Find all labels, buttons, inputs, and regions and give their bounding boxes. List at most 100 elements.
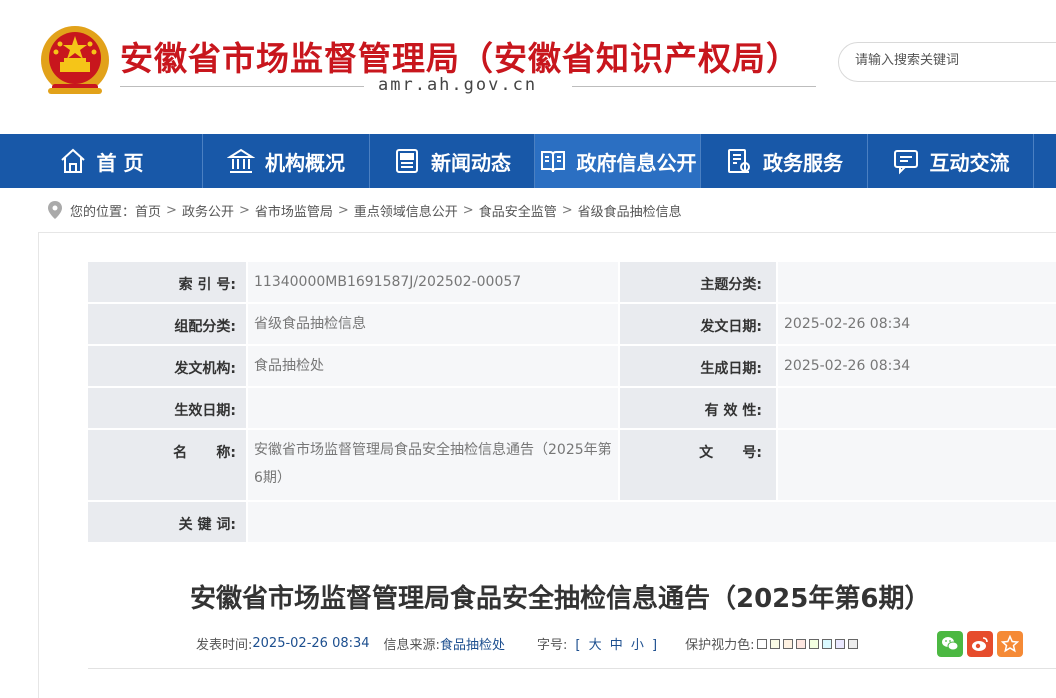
metadata-row: 发文机构: 食品抽检处 生成日期: 2025-02-26 08:34: [88, 346, 1056, 386]
breadcrumb-separator: >: [238, 202, 250, 218]
newspaper-icon: [396, 149, 418, 173]
created-date-value: 2025-02-26 08:34: [778, 346, 1056, 386]
share-weibo-button[interactable]: [967, 631, 993, 657]
weibo-icon: [972, 637, 988, 651]
name-value: 安徽省市场监督管理局食品安全抽检信息通告（2025年第6期）: [248, 430, 618, 500]
chat-bubble-icon: [893, 150, 918, 175]
eye-care-swatch[interactable]: [847, 638, 858, 649]
national-emblem-icon: [41, 26, 109, 94]
breadcrumb-link-food-safety[interactable]: 食品安全监管: [479, 201, 557, 220]
metadata-row: 关 键 词:: [88, 502, 1056, 542]
font-size-options: [ 大 中 小 ]: [573, 634, 659, 653]
created-date-label: 生成日期:: [620, 346, 776, 386]
font-size-medium-button[interactable]: 中: [610, 638, 623, 653]
metadata-row: 组配分类: 省级食品抽检信息 发文日期: 2025-02-26 08:34: [88, 304, 1056, 344]
metadata-row: 索 引 号: 11340000MB1691587J/202502-00057 主…: [88, 262, 1056, 302]
divider: [572, 86, 816, 87]
site-domain: amr.ah.gov.cn: [378, 75, 538, 95]
issue-date-label: 发文日期:: [620, 304, 776, 344]
font-size-large-button[interactable]: 大: [589, 638, 602, 653]
search-box[interactable]: [838, 42, 1056, 82]
main-nav: 首 页 机构概况 新闻动态 政府信息公开 政务服务 互动交流: [0, 134, 1056, 188]
site-header: 安徽省市场监督管理局（安徽省知识产权局） amr.ah.gov.cn: [0, 0, 1056, 134]
nav-item-interaction[interactable]: 互动交流: [868, 134, 1033, 188]
effective-date-value: [248, 388, 618, 428]
index-no-value: 11340000MB1691587J/202502-00057: [248, 262, 618, 302]
publish-time-label: 发表时间:: [196, 638, 253, 653]
nav-item-label: 互动交流: [929, 150, 1010, 175]
share-wechat-button[interactable]: [937, 631, 963, 657]
nav-item-services[interactable]: 政务服务: [701, 134, 867, 188]
index-no-label: 索 引 号:: [88, 262, 246, 302]
institution-icon: [227, 148, 255, 173]
home-icon: [60, 148, 85, 173]
eye-care-swatch[interactable]: [808, 638, 819, 649]
topic-value: [778, 262, 1056, 302]
eye-care-swatch[interactable]: [756, 638, 767, 649]
nav-item-institution[interactable]: 机构概况: [203, 134, 369, 188]
favorite-star-icon: [1001, 635, 1019, 653]
issue-date-value: 2025-02-26 08:34: [778, 304, 1056, 344]
share-favorite-button[interactable]: [997, 631, 1023, 657]
eye-care-swatch[interactable]: [795, 638, 806, 649]
publish-time-value: 2025-02-26 08:34: [252, 636, 370, 651]
nav-item-label: 首 页: [96, 150, 144, 175]
doc-no-label: 文 号:: [620, 430, 776, 500]
breadcrumb-prefix: 您的位置：: [70, 204, 136, 220]
source-label: 信息来源:: [383, 638, 440, 653]
font-size-bracket: [: [575, 638, 581, 653]
name-label: 名 称:: [88, 430, 246, 500]
validity-label: 有 效 性:: [620, 388, 776, 428]
metadata-row: 生效日期: 有 效 性:: [88, 388, 1056, 428]
divider: [88, 668, 1056, 669]
breadcrumb-separator: >: [337, 202, 349, 218]
divider: [120, 86, 364, 87]
breadcrumb-link-bureau[interactable]: 省市场监管局: [255, 201, 333, 220]
site-title: 安徽省市场监督管理局（安徽省知识产权局）: [120, 39, 800, 78]
validity-value: [778, 388, 1056, 428]
eye-care-swatch[interactable]: [769, 638, 780, 649]
topic-label: 主题分类:: [620, 262, 776, 302]
issuer-label: 发文机构:: [88, 346, 246, 386]
open-book-icon: [540, 151, 565, 173]
article-title: 安徽省市场监督管理局食品安全抽检信息通告（2025年第6期）: [190, 584, 931, 614]
breadcrumb-separator: >: [166, 202, 177, 218]
effective-date-label: 生效日期:: [88, 388, 246, 428]
font-size-bracket: ]: [652, 638, 658, 653]
eye-care-swatch[interactable]: [821, 638, 832, 649]
wechat-icon: [942, 637, 959, 651]
eye-care-swatch[interactable]: [782, 638, 793, 649]
nav-item-gov-info[interactable]: 政府信息公开: [535, 134, 700, 188]
article-info-bar: 发表时间: 2025-02-26 08:34 信息来源: 食品抽检处 字号: […: [196, 634, 858, 653]
eye-care-swatches: [756, 638, 858, 649]
nav-item-label: 政府信息公开: [576, 150, 697, 175]
nav-item-home[interactable]: 首 页: [0, 134, 202, 188]
doc-no-value: [778, 430, 1056, 500]
breadcrumb: 您的位置： 首页 > 政务公开 > 省市场监管局 > 重点领域信息公开 > 食品…: [48, 200, 682, 220]
eye-care-label: 保护视力色:: [685, 638, 755, 653]
breadcrumb-separator: >: [561, 202, 573, 218]
nav-item-label: 机构概况: [265, 150, 345, 175]
source-value: 食品抽检处: [439, 638, 505, 653]
breadcrumb-link-key-areas[interactable]: 重点领域信息公开: [354, 201, 458, 220]
divider: [1033, 134, 1034, 188]
keywords-value: [248, 502, 1056, 542]
breadcrumb-link-gov-affairs[interactable]: 政务公开: [182, 201, 234, 220]
breadcrumb-link-food-sampling[interactable]: 省级食品抽检信息: [578, 201, 682, 220]
nav-item-label: 新闻动态: [431, 150, 511, 175]
font-size-small-button[interactable]: 小: [631, 638, 644, 653]
location-pin-icon: [48, 201, 62, 219]
eye-care-swatch[interactable]: [834, 638, 845, 649]
metadata-row: 名 称: 安徽省市场监督管理局食品安全抽检信息通告（2025年第6期） 文 号:: [88, 430, 1056, 500]
keywords-label: 关 键 词:: [88, 502, 246, 542]
font-size-label: 字号:: [536, 638, 568, 653]
issuer-value: 食品抽检处: [248, 346, 618, 386]
service-document-icon: [728, 149, 750, 173]
group-label: 组配分类:: [88, 304, 246, 344]
search-input[interactable]: [855, 53, 1055, 68]
group-value: 省级食品抽检信息: [248, 304, 618, 344]
breadcrumb-link-home[interactable]: 首页: [135, 201, 161, 220]
nav-item-label: 政务服务: [763, 150, 843, 175]
nav-item-news[interactable]: 新闻动态: [370, 134, 534, 188]
breadcrumb-separator: >: [462, 202, 474, 218]
